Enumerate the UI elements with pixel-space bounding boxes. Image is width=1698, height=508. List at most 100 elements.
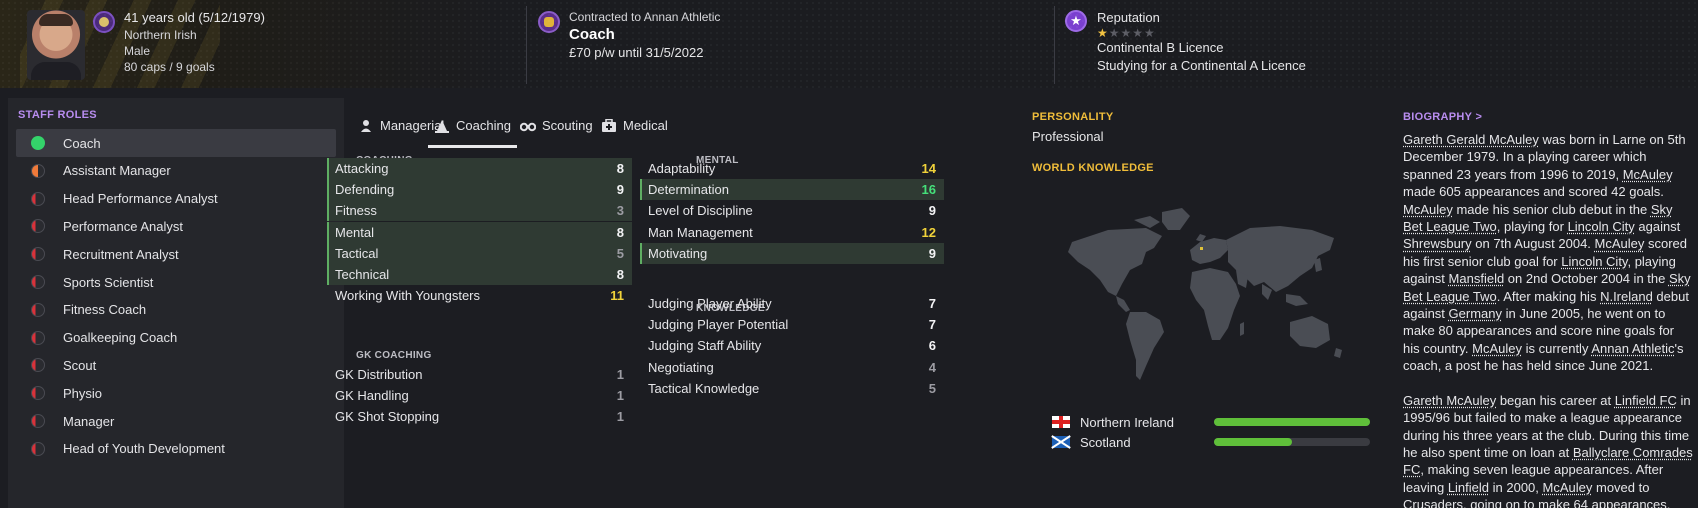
attribute-row[interactable]: Defending 9 (327, 179, 632, 200)
biography-link[interactable]: McAuley (1623, 167, 1673, 182)
attribute-value: 7 (929, 317, 936, 332)
header-divider (526, 6, 527, 84)
role-title: Coach (569, 26, 615, 43)
suitability-dot-icon (31, 247, 45, 261)
role-item[interactable]: Fitness Coach (16, 296, 336, 324)
attribute-row[interactable]: Determination 16 (640, 179, 944, 200)
role-item[interactable]: Recruitment Analyst (16, 240, 336, 268)
medical-kit-icon (601, 118, 617, 134)
biography-link[interactable]: N.Ireland (1600, 289, 1653, 304)
biography-link[interactable]: Linfield FC (1615, 393, 1677, 408)
attribute-row[interactable]: GK Distribution 1 (327, 364, 632, 385)
attribute-row[interactable]: Judging Staff Ability 6 (640, 335, 944, 356)
nation-row-scotland[interactable]: Scotland (1052, 432, 1131, 452)
biography-link[interactable]: McAuley (1403, 202, 1453, 217)
attribute-name: Judging Player Potential (648, 317, 788, 332)
reputation-stars: ★★★★★ (1097, 26, 1156, 40)
attribute-row[interactable]: Fitness 3 (327, 200, 632, 221)
attribute-row[interactable]: Tactical Knowledge 5 (640, 378, 944, 399)
tab-scouting[interactable]: Scouting (520, 118, 593, 148)
attribute-name: Adaptability (648, 161, 715, 176)
nation-row-northern-ireland[interactable]: Northern Ireland (1052, 412, 1174, 432)
biography-link[interactable]: Shrewsbury (1403, 236, 1472, 251)
attribute-name: Negotiating (648, 360, 714, 375)
attribute-row[interactable]: Attacking 8 (327, 158, 632, 179)
role-item[interactable]: Goalkeeping Coach (16, 324, 336, 352)
role-item[interactable]: Head of Youth Development (16, 435, 336, 463)
biography-link[interactable]: McAuley (1472, 341, 1522, 356)
biography-text-fragment: on 7th August 2004. (1472, 236, 1595, 251)
biography-link[interactable]: McAuley (1595, 236, 1645, 251)
role-item[interactable]: Assistant Manager (16, 157, 336, 185)
suitability-dot-icon (31, 275, 45, 289)
caps-text: 80 caps / 9 goals (124, 60, 215, 74)
club-badge-icon[interactable] (538, 11, 560, 33)
knowledge-bar-fill (1214, 418, 1370, 426)
attribute-row[interactable]: Mental 8 (327, 222, 632, 243)
staff-header: 41 years old (5/12/1979) Northern Irish … (0, 0, 1698, 88)
biography-link[interactable]: Linfield (1448, 480, 1489, 495)
avatar[interactable] (27, 10, 85, 80)
biography-link[interactable]: Annan Athletic (1591, 341, 1674, 356)
gender-text: Male (124, 44, 150, 58)
attribute-row[interactable]: Negotiating 4 (640, 357, 944, 378)
personality-title: PERSONALITY (1032, 111, 1114, 123)
role-item[interactable]: Head Performance Analyst (16, 185, 336, 213)
biography-link[interactable]: Gareth Gerald McAuley (1403, 132, 1539, 147)
attribute-name: Judging Staff Ability (648, 338, 761, 353)
attribute-value: 8 (617, 161, 624, 176)
tab-medical[interactable]: Medical (601, 118, 668, 148)
attribute-value: 7 (929, 296, 936, 311)
attribute-row[interactable]: Technical 8 (327, 264, 632, 285)
attribute-name: Judging Player Ability (648, 296, 772, 311)
world-map[interactable] (1050, 200, 1350, 400)
contract-label[interactable]: Contracted to Annan Athletic (569, 10, 720, 24)
biography-text: Gareth Gerald McAuley was born in Larne … (1403, 131, 1693, 508)
nationality-flag-icon[interactable] (93, 11, 115, 33)
suitability-dot-icon (31, 219, 45, 233)
attribute-row[interactable]: GK Handling 1 (327, 385, 632, 406)
biography-text-fragment: , going on to make 64 appearances. (1463, 497, 1670, 508)
gk-coaching-section-title: GK COACHING (356, 350, 432, 361)
suitability-dot-icon (31, 442, 45, 456)
attribute-row[interactable]: Judging Player Ability 7 (640, 293, 944, 314)
role-label: Goalkeeping Coach (63, 330, 177, 345)
biography-link[interactable]: Gareth McAuley (1403, 393, 1496, 408)
biography-title-link[interactable]: BIOGRAPHY > (1403, 111, 1482, 123)
role-item[interactable]: Scout (16, 351, 336, 379)
attribute-row[interactable]: Level of Discipline 9 (640, 200, 944, 221)
attribute-row[interactable]: GK Shot Stopping 1 (327, 406, 632, 427)
attribute-value: 9 (617, 182, 624, 197)
biography-link[interactable]: McAuley (1543, 480, 1593, 495)
attribute-row[interactable]: Working With Youngsters 11 (327, 285, 632, 306)
role-label: Performance Analyst (63, 219, 183, 234)
world-knowledge-title: WORLD KNOWLEDGE (1032, 162, 1154, 174)
biography-link[interactable]: Lincoln City (1568, 219, 1635, 234)
selected-nation-marker (1200, 247, 1203, 250)
personality-value: Professional (1032, 129, 1104, 144)
suitability-dot-icon (31, 303, 45, 317)
biography-paragraph: Gareth Gerald McAuley was born in Larne … (1403, 131, 1693, 375)
attribute-row[interactable]: Adaptability 14 (640, 158, 944, 179)
biography-link[interactable]: Lincoln City (1561, 254, 1627, 269)
role-item[interactable]: Physio (16, 379, 336, 407)
biography-link[interactable]: Mansfield (1449, 271, 1505, 286)
northern-ireland-flag-icon (1052, 416, 1070, 428)
role-item[interactable]: Coach (16, 129, 336, 157)
biography-link[interactable]: Germany (1449, 306, 1502, 321)
role-item[interactable]: Performance Analyst (16, 212, 336, 240)
tab-coaching[interactable]: Coaching (434, 118, 511, 148)
role-label: Head of Youth Development (63, 441, 225, 456)
biography-link[interactable]: Crusaders (1403, 497, 1463, 508)
attribute-row[interactable]: Man Management 12 (640, 222, 944, 243)
scotland-flag-icon (1052, 436, 1070, 448)
role-item[interactable]: Sports Scientist (16, 268, 336, 296)
role-item[interactable]: Manager (16, 407, 336, 435)
attribute-value: 1 (617, 409, 624, 424)
attribute-row[interactable]: Tactical 5 (327, 243, 632, 264)
tab-managerial[interactable]: Managerial (358, 118, 444, 148)
knowledge-bar-scotland (1214, 438, 1370, 446)
attribute-value: 3 (617, 203, 624, 218)
attribute-row[interactable]: Judging Player Potential 7 (640, 314, 944, 335)
attribute-row[interactable]: Motivating 9 (640, 243, 944, 264)
